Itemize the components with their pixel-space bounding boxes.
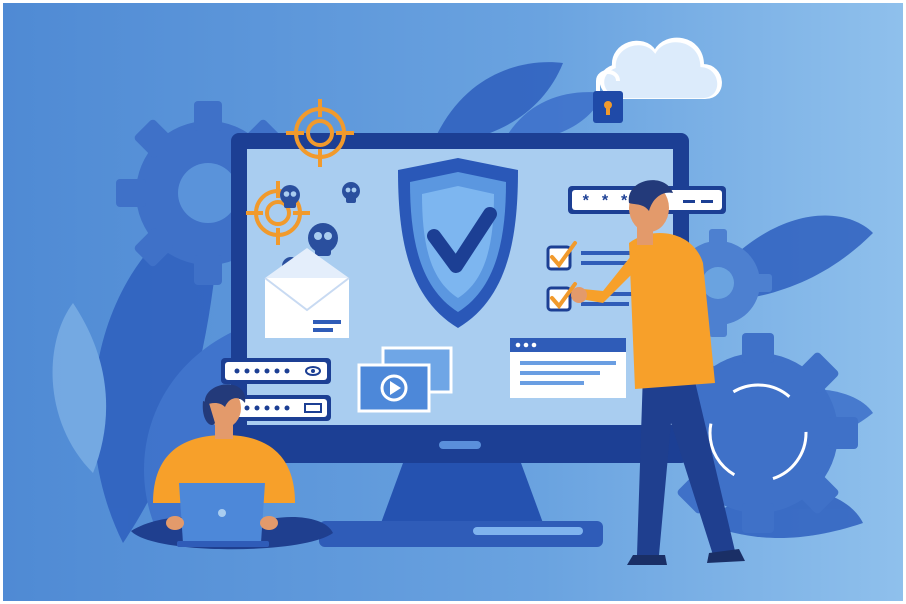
monitor-stand [381, 463, 543, 523]
illustration-frame: * * * [0, 0, 906, 604]
laptop-icon [166, 483, 278, 547]
password-mask-text: * * * [581, 193, 629, 211]
browser-window-icon [510, 338, 626, 398]
cybersecurity-illustration: * * * [3, 3, 903, 601]
password-field-icon [221, 358, 331, 384]
monitor-button [439, 441, 481, 449]
